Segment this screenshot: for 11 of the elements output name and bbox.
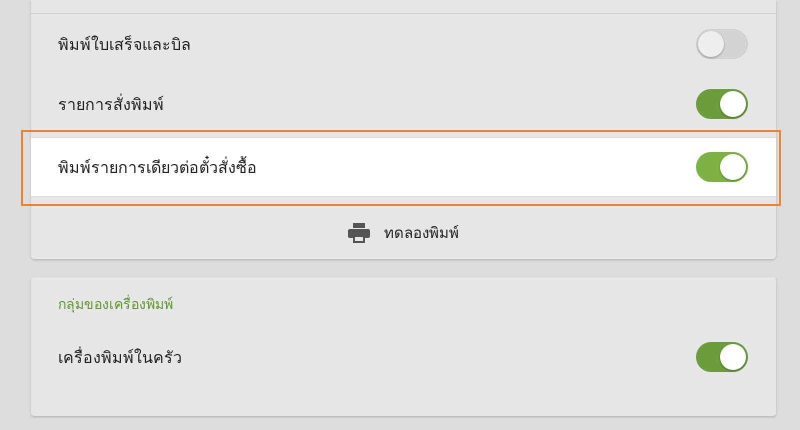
setting-label: รายการสั่งพิมพ์ [58,92,164,116]
section-title: กลุ่มของเครื่องพิมพ์ [31,277,776,327]
toggle-switch[interactable] [696,89,748,119]
toggle-switch[interactable] [696,29,748,59]
setting-label: พิมพ์ใบเสร็จและบิล [58,34,191,56]
toggle-switch[interactable] [696,152,748,182]
setting-label: เครื่องพิมพ์ในครัว [58,346,182,368]
toggle-switch[interactable] [696,342,748,372]
test-print-button[interactable]: ทดลองพิมพ์ [338,206,469,259]
setting-label: พิมพ์รายการเดียวต่อตั๋วสั่งซื้อ [58,154,257,178]
printer-icon [348,222,370,242]
